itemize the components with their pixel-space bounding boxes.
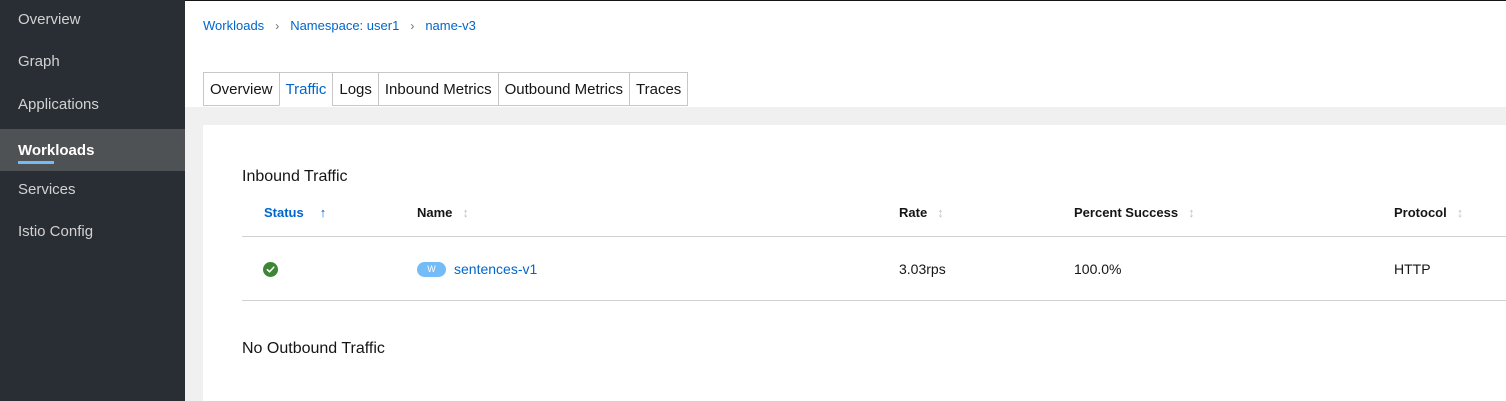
active-indicator [18,161,54,164]
status-cell [263,259,278,279]
check-circle-icon [263,261,278,277]
breadcrumb-namespace[interactable]: Namespace: user1 [290,18,399,33]
workload-tabs: Overview Traffic Logs Inbound Metrics Ou… [203,72,689,106]
breadcrumb-workload-name[interactable]: name-v3 [425,18,476,33]
column-header-name[interactable]: Name ↕ [417,203,469,221]
rate-cell: 3.03rps [899,261,946,277]
sort-icon: ↕ [1188,204,1195,220]
main-content: Workloads › Namespace: user1 › name-v3 O… [185,0,1506,401]
name-cell: W sentences-v1 [417,259,537,279]
app: Overview Graph Applications Workloads Se… [0,0,1506,401]
content-background [185,107,1506,125]
sort-icon: ↕ [937,204,944,220]
tab-outbound-metrics[interactable]: Outbound Metrics [497,72,631,106]
protocol-cell: HTTP [1394,261,1431,277]
breadcrumb-workloads[interactable]: Workloads [203,18,264,33]
breadcrumb: Workloads › Namespace: user1 › name-v3 [203,18,476,33]
workload-badge: W [417,261,446,277]
workload-link[interactable]: sentences-v1 [454,261,537,277]
tab-inbound-metrics[interactable]: Inbound Metrics [377,72,499,106]
sidebar-item-overview[interactable]: Overview [0,0,185,40]
content-background [185,125,203,401]
percent-success-cell: 100.0% [1074,261,1122,277]
outbound-traffic-title: No Outbound Traffic [242,340,385,357]
sidebar-item-applications[interactable]: Applications [0,83,185,125]
sidebar-item-label: Istio Config [18,222,94,240]
sort-ascending-icon: ↑ [319,204,327,220]
column-header-label: Protocol [1394,204,1447,220]
inbound-table-header: Status ↑ Name ↕ Rate ↕ Percent Success ↕… [242,203,1506,237]
table-row: W sentences-v1 3.03rps 100.0% HTTP [242,237,1506,301]
tab-traces[interactable]: Traces [629,72,689,106]
sidebar-item-services[interactable]: Services [0,168,185,210]
tab-traffic[interactable]: Traffic [278,72,334,106]
inbound-traffic-title: Inbound Traffic [242,168,348,185]
sidebar-item-label: Workloads [18,141,95,159]
tab-logs[interactable]: Logs [332,72,379,106]
sidebar-item-workloads[interactable]: Workloads [0,129,185,171]
column-header-label: Name [417,204,453,220]
sort-icon: ↕ [1456,204,1464,220]
sidebar-item-label: Applications [18,95,99,113]
sidebar-item-label: Graph [18,52,60,70]
column-header-label: Status [264,204,304,220]
tab-overview[interactable]: Overview [203,72,280,106]
sidebar-item-istio-config[interactable]: Istio Config [0,210,185,252]
column-header-label: Percent Success [1074,204,1179,220]
sidebar-item-label: Overview [18,10,81,28]
breadcrumb-separator-icon: › [275,18,280,33]
column-header-protocol[interactable]: Protocol ↕ [1394,203,1463,221]
column-header-label: Rate [899,204,928,220]
column-header-status[interactable]: Status ↑ [264,203,326,221]
sort-icon: ↕ [462,204,469,220]
column-header-rate[interactable]: Rate ↕ [899,203,944,221]
sidebar-nav: Overview Graph Applications Workloads Se… [0,0,185,401]
breadcrumb-separator-icon: › [410,18,415,33]
sidebar-item-label: Services [18,180,76,198]
column-header-percent-success[interactable]: Percent Success ↕ [1074,203,1195,221]
traffic-card: Inbound Traffic Status ↑ Name ↕ Rate ↕ P… [203,125,1506,401]
sidebar-item-graph[interactable]: Graph [0,40,185,82]
